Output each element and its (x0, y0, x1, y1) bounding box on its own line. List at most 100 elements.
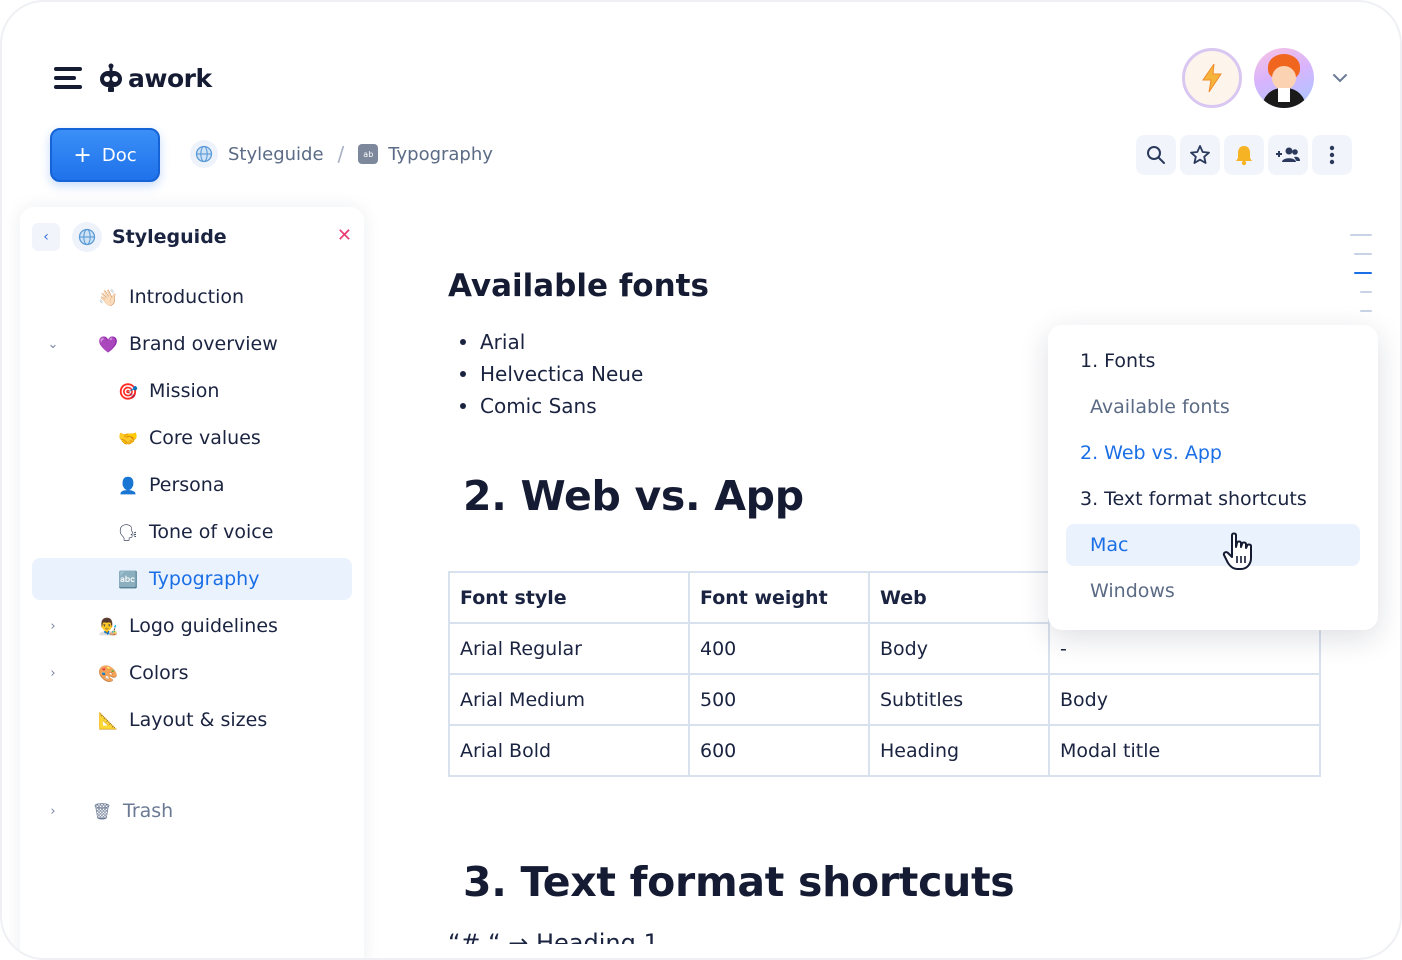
chevron-right-icon[interactable]: › (45, 804, 61, 819)
sidebar-item-label: Persona (149, 474, 225, 496)
sidebar-item-label: Logo guidelines (129, 615, 278, 637)
hamburger-menu-icon[interactable] (54, 67, 82, 89)
toolbar (1132, 135, 1352, 175)
table-cell[interactable]: - (1048, 622, 1321, 675)
share-users-button[interactable] (1268, 135, 1308, 175)
search-button[interactable] (1136, 135, 1176, 175)
table-cell[interactable]: Arial Medium (448, 673, 690, 726)
fonts-list: Arial Helvectica Neue Comic Sans (460, 326, 643, 422)
chevron-down-icon[interactable] (1332, 73, 1348, 83)
favorite-button[interactable] (1180, 135, 1220, 175)
abc-icon: ab (358, 144, 379, 164)
table-cell[interactable]: 600 (688, 724, 870, 777)
sidebar-item-trash[interactable]: › 🗑 Trash (50, 791, 331, 831)
sidebar-item-layout-sizes[interactable]: 📐 Layout & sizes (97, 700, 337, 740)
sidebar-item-typography[interactable]: 🔤 Typography (32, 558, 352, 600)
sidebar-item-persona[interactable]: 👤 Persona (117, 465, 337, 505)
globe-icon (190, 140, 218, 168)
target-icon: 🎯 (118, 381, 138, 401)
star-icon (1190, 145, 1210, 164)
shortcut-line: “# “ → Heading 1 (448, 929, 659, 944)
bell-icon (1236, 146, 1252, 166)
sidebar-item-colors[interactable]: › 🎨 Colors (50, 653, 337, 693)
heading-web-vs-app: 2. Web vs. App (463, 472, 804, 520)
wastebasket-icon: 🗑 (91, 801, 113, 821)
toc-item-available-fonts[interactable]: Available fonts (1090, 387, 1230, 427)
upgrade-button[interactable] (1182, 48, 1242, 108)
sidebar-item-label: Typography (149, 568, 260, 590)
sidebar-item-label: Mission (149, 380, 220, 402)
new-doc-button[interactable]: + Doc (50, 128, 160, 182)
table-cell[interactable]: Body (1048, 673, 1321, 726)
table-cell[interactable]: Subtitles (868, 673, 1050, 726)
sidebar-item-logo-guidelines[interactable]: › 👨‍🎨 Logo guidelines (50, 606, 337, 646)
lightning-icon (1202, 63, 1222, 93)
user-avatar[interactable] (1254, 48, 1314, 108)
table-row: Arial Bold 600 Heading Modal title (448, 724, 1321, 777)
table-header-cell: Web (868, 571, 1050, 624)
table-of-contents-popup: 1. Fonts Available fonts 2. Web vs. App … (1048, 325, 1378, 630)
toc-item-windows[interactable]: Windows (1090, 571, 1175, 611)
sidebar-item-tone-of-voice[interactable]: 🗣 Tone of voice (117, 512, 337, 552)
close-icon[interactable]: ✕ (337, 225, 352, 246)
table-cell[interactable]: 400 (688, 622, 870, 675)
heading-available-fonts: Available fonts (448, 268, 709, 304)
notifications-button[interactable] (1224, 135, 1264, 175)
purple-heart-icon: 💜 (98, 334, 118, 354)
more-options-button[interactable] (1312, 135, 1352, 175)
user-area (1182, 48, 1348, 108)
toc-item-fonts[interactable]: 1. Fonts (1080, 341, 1155, 381)
table-cell[interactable]: Arial Bold (448, 724, 690, 777)
table-header-cell: Font weight (688, 571, 870, 624)
palette-icon: 🎨 (98, 663, 118, 683)
triangular-ruler-icon: 📐 (98, 710, 118, 730)
chevron-right-icon[interactable]: › (45, 666, 61, 681)
sidebar-item-mission[interactable]: 🎯 Mission (117, 371, 337, 411)
waving-hand-icon: 👋🏻 (98, 287, 118, 307)
handshake-icon: 🤝 (118, 428, 138, 448)
sidebar-item-label: Core values (149, 427, 261, 449)
list-item: Arial (460, 326, 643, 358)
abc-icon: 🔤 (118, 569, 138, 589)
breadcrumb: Styleguide / ab Typography (190, 140, 493, 168)
more-vertical-icon (1329, 145, 1335, 165)
hand-cursor-icon (1222, 532, 1252, 570)
list-item: Comic Sans (460, 390, 643, 422)
awork-logo[interactable]: awork (98, 62, 212, 94)
breadcrumb-item-typography[interactable]: Typography (388, 144, 493, 165)
toc-item-web-vs-app[interactable]: 2. Web vs. App (1080, 433, 1222, 473)
breadcrumb-separator: / (337, 142, 345, 166)
sidebar-item-label: Layout & sizes (129, 709, 268, 731)
table-cell[interactable]: Body (868, 622, 1050, 675)
table-header-cell: Font style (448, 571, 690, 624)
speaking-head-icon: 🗣 (117, 522, 139, 542)
app-window: awork + Doc Styleguide / ab Typography ‹… (0, 0, 1402, 960)
sidebar-item-core-values[interactable]: 🤝 Core values (117, 418, 337, 458)
toc-item-text-format-shortcuts[interactable]: 3. Text format shortcuts (1080, 479, 1307, 519)
sidebar-item-brand-overview[interactable]: ⌄ 💜 Brand overview (48, 324, 337, 364)
chevron-down-icon[interactable]: ⌄ (45, 337, 61, 352)
chevron-left-icon[interactable]: ‹ (32, 223, 60, 251)
brand-bar: awork (54, 62, 212, 94)
breadcrumb-item-styleguide[interactable]: Styleguide (228, 144, 324, 165)
search-icon (1147, 146, 1165, 164)
sidebar-item-introduction[interactable]: 👋🏻 Introduction (97, 277, 337, 317)
toc-item-mac[interactable]: Mac (1090, 525, 1128, 565)
toc-minimap[interactable] (1350, 234, 1372, 329)
table-cell[interactable]: 500 (688, 673, 870, 726)
table-row: Arial Medium 500 Subtitles Body (448, 673, 1321, 726)
table-cell[interactable]: Heading (868, 724, 1050, 777)
sidebar-item-label: Trash (123, 800, 174, 822)
robot-logo-icon (100, 63, 122, 92)
sidebar-item-label: Brand overview (129, 333, 278, 355)
chevron-right-icon[interactable]: › (45, 619, 61, 634)
sidebar: ‹ Styleguide ✕ 👋🏻 Introduction ⌄ 💜 Brand… (20, 207, 364, 958)
table-cell[interactable]: Arial Regular (448, 622, 690, 675)
list-item: Helvectica Neue (460, 358, 643, 390)
artist-icon: 👨‍🎨 (98, 616, 118, 636)
sidebar-header: ‹ Styleguide ✕ (32, 219, 352, 255)
table-cell[interactable]: Modal title (1048, 724, 1321, 777)
app-name: awork (128, 63, 212, 93)
add-user-icon (1276, 147, 1300, 162)
heading-text-format-shortcuts: 3. Text format shortcuts (463, 858, 1015, 906)
